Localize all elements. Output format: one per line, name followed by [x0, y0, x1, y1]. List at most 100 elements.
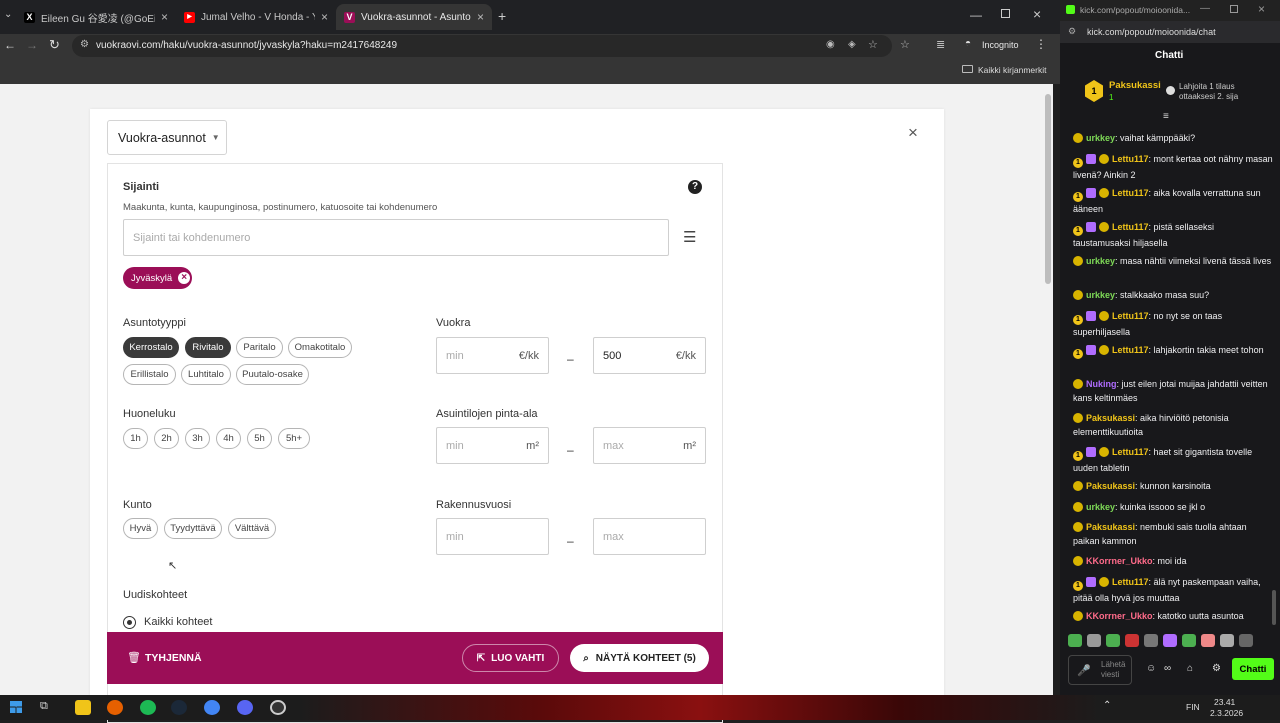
area-min-input[interactable]: min m²: [436, 427, 549, 464]
chat-username[interactable]: urkkey: [1086, 290, 1115, 300]
chip-valttava[interactable]: Välttävä: [228, 518, 276, 539]
media-icon[interactable]: ≣: [936, 38, 945, 51]
chat-username[interactable]: KKorrner_Ukko: [1086, 611, 1153, 621]
send-chat-button[interactable]: Chatti: [1232, 658, 1274, 680]
tab-vuokraovi[interactable]: V Vuokra-asunnot - Asuntohaku ×: [336, 4, 492, 30]
emote-icon[interactable]: [1182, 634, 1196, 647]
emote-icon[interactable]: [1201, 634, 1215, 647]
pinned-user[interactable]: Paksukassi: [1109, 80, 1161, 91]
menu-icon[interactable]: ⋮: [1035, 37, 1047, 51]
star-icon[interactable]: ☆: [868, 38, 878, 51]
store-icon[interactable]: ⌂: [1187, 663, 1193, 674]
show-results-button[interactable]: ⌕ NÄYTÄ KOHTEET (5): [570, 644, 709, 672]
emote-icon[interactable]: [1163, 634, 1177, 647]
chat-username[interactable]: Lettu117: [1112, 345, 1149, 355]
minimize-icon[interactable]: —: [1200, 3, 1210, 14]
remove-tag-icon[interactable]: ×: [178, 272, 191, 284]
close-window-icon[interactable]: ×: [1033, 6, 1041, 22]
list-icon[interactable]: ☰: [683, 228, 696, 246]
close-icon[interactable]: ×: [321, 10, 328, 24]
type-select[interactable]: Vuokra-asunnot ▼: [107, 120, 227, 155]
shield-icon[interactable]: ◈: [848, 39, 856, 50]
scrollbar-thumb[interactable]: [1045, 94, 1051, 284]
tab-search-icon[interactable]: ⌄: [4, 9, 12, 20]
chip-hyva[interactable]: Hyvä: [123, 518, 158, 539]
maximize-icon[interactable]: [1001, 9, 1010, 18]
emote-icon[interactable]: [1239, 634, 1253, 647]
rent-max-input[interactable]: 500 €/kk: [593, 337, 706, 374]
chip-5h[interactable]: 5h: [247, 428, 272, 449]
steam-icon[interactable]: [171, 700, 187, 715]
new-tab-button[interactable]: +: [498, 8, 506, 24]
maximize-icon[interactable]: [1230, 5, 1238, 13]
bookmarks-icon[interactable]: ☆: [900, 38, 910, 51]
emote-icon[interactable]: [1220, 634, 1234, 647]
year-max-input[interactable]: max: [593, 518, 706, 555]
create-watch-button[interactable]: ⇱ LUO VAHTI: [462, 644, 559, 672]
chat-username[interactable]: urkkey: [1086, 502, 1115, 512]
site-info-icon[interactable]: ⚙: [1068, 26, 1076, 37]
chat-username[interactable]: Paksukassi: [1086, 413, 1135, 423]
file-explorer-icon[interactable]: [75, 700, 91, 715]
link-icon[interactable]: ∞: [1164, 663, 1171, 674]
incognito-label[interactable]: Incognito: [982, 40, 1019, 50]
chip-erillistalo[interactable]: Erillistalo: [123, 364, 176, 385]
close-icon[interactable]: ×: [908, 123, 918, 143]
chat-username[interactable]: Lettu117: [1112, 154, 1149, 164]
address-bar[interactable]: ⚙ vuokraovi.com/haku/vuokra-asunnot/jyva…: [72, 35, 892, 57]
emote-icon[interactable]: [1144, 634, 1158, 647]
chip-2h[interactable]: 2h: [154, 428, 179, 449]
chat-input[interactable]: 🎤 Lähetä viesti: [1068, 655, 1132, 685]
tray-chevron-icon[interactable]: ⌃: [1103, 700, 1111, 711]
chat-username[interactable]: Nuking: [1086, 379, 1117, 389]
all-bookmarks-link[interactable]: Kaikki kirjanmerkit: [978, 65, 1047, 75]
close-icon[interactable]: ×: [161, 10, 168, 24]
chat-username[interactable]: KKorrner_Ukko: [1086, 556, 1153, 566]
emote-icon[interactable]: [1106, 634, 1120, 647]
chrome-icon[interactable]: [204, 700, 220, 715]
chat-username[interactable]: Lettu117: [1112, 222, 1149, 232]
chat-username[interactable]: Lettu117: [1112, 447, 1149, 457]
forward-icon[interactable]: →: [26, 38, 38, 52]
obs-icon[interactable]: [270, 700, 286, 715]
chip-5h-plus[interactable]: 5h+: [278, 428, 310, 449]
clear-button[interactable]: TYHJENNÄ: [145, 652, 202, 664]
chat-username[interactable]: Lettu117: [1112, 577, 1149, 587]
emote-icon[interactable]: [1068, 634, 1082, 647]
mic-icon[interactable]: 🎤: [1077, 664, 1091, 677]
gear-icon[interactable]: ⚙: [1212, 663, 1221, 674]
chip-rivitalo[interactable]: Rivitalo: [185, 337, 231, 358]
emote-icon[interactable]: ☺: [1146, 663, 1156, 674]
help-icon[interactable]: ?: [688, 180, 702, 194]
spotify-icon[interactable]: [140, 700, 156, 715]
close-icon[interactable]: ×: [477, 10, 484, 24]
location-input[interactable]: Sijainti tai kohdenumero: [123, 219, 669, 256]
windows-start-icon[interactable]: [10, 701, 22, 713]
chip-paritalo[interactable]: Paritalo: [236, 337, 283, 358]
discord-icon[interactable]: [237, 700, 253, 715]
emote-icon[interactable]: [1087, 634, 1101, 647]
chip-tyydyttava[interactable]: Tyydyttävä: [164, 518, 222, 539]
chip-3h[interactable]: 3h: [185, 428, 210, 449]
language-indicator[interactable]: FIN: [1186, 702, 1200, 712]
back-icon[interactable]: ←: [4, 38, 16, 52]
tab-twitter[interactable]: X Eileen Gu 谷愛凌 (@GoEileenGu ×: [16, 4, 176, 30]
chat-username[interactable]: Paksukassi: [1086, 481, 1135, 491]
clock-date[interactable]: 2.3.2026: [1210, 708, 1243, 718]
area-max-input[interactable]: max m²: [593, 427, 706, 464]
radio-all-items[interactable]: [123, 616, 136, 629]
chat-username[interactable]: urkkey: [1086, 256, 1115, 266]
page-scrollbar[interactable]: [1043, 84, 1053, 695]
eye-off-icon[interactable]: ◉: [826, 39, 835, 50]
site-info-icon[interactable]: ⚙: [80, 39, 89, 50]
emote-icon[interactable]: [1125, 634, 1139, 647]
chip-puutalo-osake[interactable]: Puutalo-osake: [236, 364, 309, 385]
chip-1h[interactable]: 1h: [123, 428, 148, 449]
tab-youtube[interactable]: ▶ Jumal Velho - V Honda - YouTube ×: [176, 4, 336, 30]
chip-omakotitalo[interactable]: Omakotitalo: [288, 337, 352, 358]
clock-time[interactable]: 23.41: [1214, 697, 1235, 707]
chat-username[interactable]: Lettu117: [1112, 188, 1149, 198]
reload-icon[interactable]: ↻: [49, 37, 60, 53]
task-view-icon[interactable]: ⧉: [40, 700, 48, 713]
chat-username[interactable]: Paksukassi: [1086, 522, 1135, 532]
